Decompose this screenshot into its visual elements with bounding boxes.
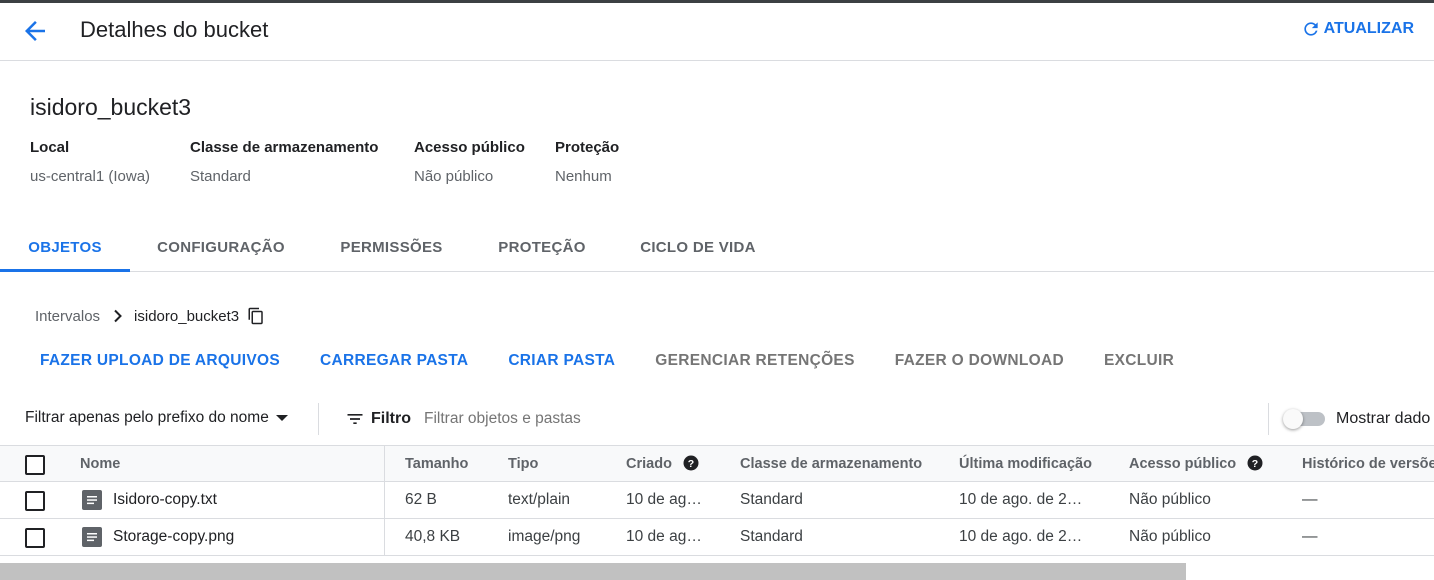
refresh-button[interactable]: ATUALIZAR	[1301, 19, 1414, 39]
toggle-label: Mostrar dado	[1336, 410, 1431, 427]
column-divider	[384, 519, 385, 555]
column-header-created[interactable]: Criado ?	[626, 446, 700, 482]
divider	[1268, 403, 1269, 435]
file-name-link[interactable]: Storage-copy.png	[113, 519, 234, 555]
column-header-name[interactable]: Nome	[80, 446, 120, 482]
arrow-back-icon	[25, 21, 45, 41]
chevron-right-icon	[112, 309, 124, 323]
refresh-icon	[1303, 22, 1318, 36]
prefix-filter-label: Filtrar apenas pelo prefixo do nome	[25, 409, 269, 426]
detail-label: Local	[30, 139, 70, 156]
help-icon[interactable]: ?	[1246, 454, 1264, 472]
column-header-modified[interactable]: Última modificação	[959, 446, 1092, 482]
column-header-size[interactable]: Tamanho	[405, 446, 468, 482]
action-toolbar: FAZER UPLOAD DE ARQUIVOS CARREGAR PASTA …	[40, 352, 1214, 370]
tab-objetos[interactable]: OBJETOS	[0, 225, 130, 272]
bucket-detail-protection: Proteção Nenhum	[555, 139, 619, 185]
tab-bar: OBJETOS CONFIGURAÇÃO PERMISSÕES PROTEÇÃO…	[0, 225, 1434, 272]
bucket-detail-storage-class: Classe de armazenamento Standard	[190, 139, 378, 185]
column-header-created-label: Criado	[626, 456, 672, 472]
file-size: 62 B	[405, 491, 437, 508]
filter-bar: Filtrar apenas pelo prefixo do nome Filt…	[0, 399, 1434, 441]
tab-protecao[interactable]: PROTEÇÃO	[481, 225, 603, 271]
toggle-thumb	[1283, 409, 1303, 429]
back-button[interactable]	[20, 16, 50, 46]
file-version-history: —	[1302, 528, 1318, 545]
table-header: Nome Tamanho Tipo Criado ? Classe de arm…	[0, 445, 1434, 482]
tab-ciclo-de-vida[interactable]: CICLO DE VIDA	[623, 225, 773, 271]
page-header: Detalhes do bucket ATUALIZAR	[0, 3, 1434, 61]
upload-files-button[interactable]: FAZER UPLOAD DE ARQUIVOS	[40, 352, 280, 370]
refresh-label: ATUALIZAR	[1323, 20, 1414, 37]
file-modified: 10 de ago. de 2…	[959, 491, 1083, 508]
file-version-history: —	[1302, 491, 1318, 508]
svg-text:?: ?	[1252, 457, 1258, 469]
file-icon	[82, 490, 102, 510]
bucket-detail-location: Local us-central1 (Iowa)	[30, 139, 150, 185]
select-all-checkbox[interactable]	[25, 455, 45, 475]
breadcrumb-root-link[interactable]: Intervalos	[35, 308, 100, 325]
breadcrumb-current: isidoro_bucket3	[134, 307, 240, 325]
horizontal-scrollbar[interactable]	[0, 563, 1186, 580]
column-header-type[interactable]: Tipo	[508, 446, 538, 482]
column-header-storage-class[interactable]: Classe de armazenamento	[740, 446, 922, 482]
column-divider[interactable]	[384, 446, 385, 482]
tab-configuracao[interactable]: CONFIGURAÇÃO	[141, 225, 301, 271]
filter-list-icon	[347, 414, 363, 424]
detail-value: Não público	[414, 168, 494, 185]
row-checkbox[interactable]	[25, 491, 45, 511]
create-folder-button[interactable]: CRIAR PASTA	[508, 352, 615, 370]
file-icon	[82, 527, 102, 547]
file-type: text/plain	[508, 491, 571, 508]
file-created: 10 de ag…	[626, 528, 702, 545]
detail-value: us-central1 (Iowa)	[30, 168, 151, 185]
caret-down-icon	[275, 414, 289, 422]
table-row[interactable]: Storage-copy.png 40,8 KB image/png 10 de…	[0, 519, 1434, 556]
tab-permissoes[interactable]: PERMISSÕES	[322, 225, 461, 271]
detail-value: Nenhum	[555, 168, 612, 185]
detail-label: Proteção	[555, 139, 620, 156]
file-type: image/png	[508, 528, 581, 545]
detail-label: Classe de armazenamento	[190, 139, 379, 156]
filter-button-label: Filtro	[371, 410, 411, 427]
file-size: 40,8 KB	[405, 528, 461, 545]
breadcrumb: Intervalos isidoro_bucket3	[35, 306, 265, 326]
column-divider	[384, 482, 385, 518]
page-title: Detalhes do bucket	[80, 17, 269, 42]
filter-button[interactable]: Filtro	[345, 409, 411, 429]
detail-label: Acesso público	[414, 139, 525, 156]
column-header-public-access-label: Acesso público	[1129, 456, 1237, 472]
file-public-access: Não público	[1129, 491, 1211, 508]
detail-value: Standard	[190, 168, 251, 185]
column-header-public-access[interactable]: Acesso público ?	[1129, 446, 1264, 482]
file-storage-class: Standard	[740, 491, 803, 508]
objects-table: Nome Tamanho Tipo Criado ? Classe de arm…	[0, 445, 1434, 556]
file-storage-class: Standard	[740, 528, 803, 545]
bucket-detail-public-access: Acesso público Não público	[414, 139, 525, 185]
file-created: 10 de ag…	[626, 491, 702, 508]
row-checkbox[interactable]	[25, 528, 45, 548]
bucket-name: isidoro_bucket3	[30, 94, 192, 120]
prefix-filter-dropdown[interactable]: Filtrar apenas pelo prefixo do nome	[25, 409, 289, 427]
filter-input[interactable]	[424, 407, 824, 431]
file-name-link[interactable]: Isidoro-copy.txt	[113, 482, 217, 518]
file-modified: 10 de ago. de 2…	[959, 528, 1083, 545]
copy-icon[interactable]	[247, 306, 265, 326]
upload-folder-button[interactable]: CARREGAR PASTA	[320, 352, 468, 370]
show-deleted-toggle[interactable]	[1283, 409, 1327, 429]
download-button[interactable]: FAZER O DOWNLOAD	[895, 352, 1064, 370]
table-row[interactable]: Isidoro-copy.txt 62 B text/plain 10 de a…	[0, 482, 1434, 519]
delete-button[interactable]: EXCLUIR	[1104, 352, 1174, 370]
column-header-version-history[interactable]: Histórico de versões	[1302, 446, 1434, 482]
file-public-access: Não público	[1129, 528, 1211, 545]
manage-holds-button[interactable]: GERENCIAR RETENÇÕES	[655, 352, 854, 370]
divider	[318, 403, 319, 435]
svg-text:?: ?	[688, 457, 694, 469]
help-icon[interactable]: ?	[682, 454, 700, 472]
